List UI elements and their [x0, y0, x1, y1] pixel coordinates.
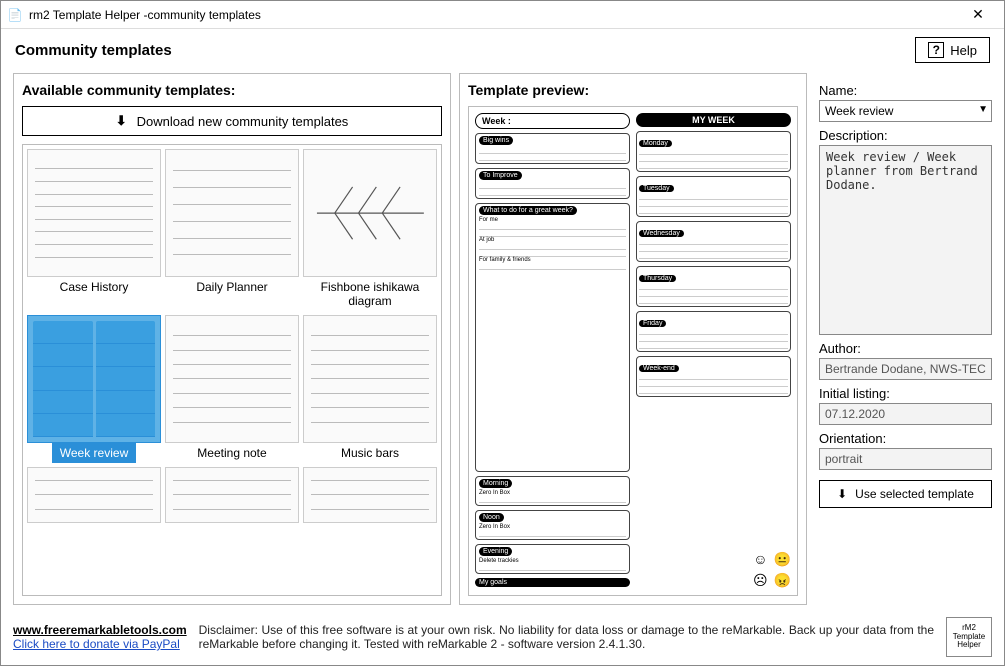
preview-myweek-title: MY WEEK: [636, 113, 791, 127]
templates-title: Available community templates:: [22, 82, 442, 98]
description-field: [819, 145, 992, 335]
listing-field: [819, 403, 992, 425]
template-label: Music bars: [333, 443, 407, 463]
smile-icon: ☺: [753, 551, 767, 568]
fishbone-icon: [311, 169, 430, 257]
window-title: rm2 Template Helper -community templates: [29, 8, 958, 22]
template-label: Week review: [52, 443, 136, 463]
page-title: Community templates: [15, 42, 172, 59]
template-label: Case History: [52, 277, 137, 297]
template-thumb: [303, 315, 437, 443]
template-item[interactable]: Daily Planner: [165, 149, 299, 311]
donate-link[interactable]: Click here to donate via PayPal: [13, 637, 187, 651]
template-item[interactable]: Music bars: [303, 315, 437, 463]
footer-logo: rM2 Template Helper: [946, 617, 992, 657]
download-icon: ⬇: [837, 487, 847, 501]
template-label: Meeting note: [189, 443, 274, 463]
listing-label: Initial listing:: [819, 386, 992, 401]
neutral-icon: 😐: [774, 551, 791, 568]
template-label: Fishbone ishikawa diagram: [303, 277, 437, 311]
sad-icon: ☹: [753, 572, 768, 589]
template-item-selected[interactable]: Week review: [27, 315, 161, 463]
template-item[interactable]: [27, 467, 161, 523]
use-label: Use selected template: [855, 487, 974, 501]
app-window: 📄 rm2 Template Helper -community templat…: [0, 0, 1005, 666]
download-label: Download new community templates: [137, 114, 349, 129]
templates-grid-scroll[interactable]: Case History Daily Planner: [22, 144, 442, 596]
description-label: Description:: [819, 128, 992, 143]
templates-pane: Available community templates: ⬇ Downloa…: [13, 73, 451, 605]
app-icon: 📄: [7, 7, 23, 23]
preview-left-col: Week : Big wins To Improve What to do fo…: [475, 113, 630, 589]
titlebar: 📄 rm2 Template Helper -community templat…: [1, 1, 1004, 29]
template-thumb: [303, 467, 437, 523]
template-thumb: [303, 149, 437, 277]
orientation-field: [819, 448, 992, 470]
template-thumb: [27, 315, 161, 443]
author-field: [819, 358, 992, 380]
angry-icon: 😠: [774, 572, 791, 589]
orientation-label: Orientation:: [819, 431, 992, 446]
footer: www.freeremarkabletools.com Click here t…: [1, 611, 1004, 665]
template-thumb: [27, 467, 161, 523]
template-thumb: [165, 315, 299, 443]
author-label: Author:: [819, 341, 992, 356]
mood-icons: ☹😠: [636, 572, 791, 589]
disclaimer-text: Disclaimer: Use of this free software is…: [199, 623, 934, 651]
template-item[interactable]: Meeting note: [165, 315, 299, 463]
template-thumb: [27, 149, 161, 277]
close-button[interactable]: ✕: [958, 6, 998, 23]
template-thumb: [165, 149, 299, 277]
use-template-button[interactable]: ⬇ Use selected template: [819, 480, 992, 508]
preview-pane: Template preview: Week : Big wins To Imp…: [459, 73, 807, 605]
preview-right-col: MY WEEK Monday Tuesday Wednesday Thursda…: [636, 113, 791, 589]
download-icon: ⬇: [116, 113, 127, 129]
preview-canvas: Week : Big wins To Improve What to do fo…: [468, 106, 798, 596]
download-templates-button[interactable]: ⬇ Download new community templates: [22, 106, 442, 136]
help-button[interactable]: ? Help: [915, 37, 990, 63]
footer-links: www.freeremarkabletools.com Click here t…: [13, 623, 187, 651]
preview-page: Week : Big wins To Improve What to do fo…: [475, 113, 791, 589]
templates-grid: Case History Daily Planner: [27, 149, 437, 523]
template-item[interactable]: [303, 467, 437, 523]
mood-icons: ☺😐: [636, 551, 791, 568]
details-pane: Name: ▼ Description: Author: Initial lis…: [815, 73, 992, 605]
header: Community templates ? Help: [1, 29, 1004, 73]
template-item[interactable]: Fishbone ishikawa diagram: [303, 149, 437, 311]
name-select[interactable]: [819, 100, 992, 122]
help-icon: ?: [928, 42, 944, 58]
main-content: Available community templates: ⬇ Downloa…: [1, 73, 1004, 611]
template-item[interactable]: [165, 467, 299, 523]
preview-title: Template preview:: [468, 82, 798, 98]
preview-week-label: Week :: [475, 113, 630, 129]
help-label: Help: [950, 43, 977, 58]
template-label: Daily Planner: [188, 277, 275, 297]
website-link[interactable]: www.freeremarkabletools.com: [13, 623, 187, 637]
template-thumb: [165, 467, 299, 523]
name-label: Name:: [819, 83, 992, 98]
template-item[interactable]: Case History: [27, 149, 161, 311]
